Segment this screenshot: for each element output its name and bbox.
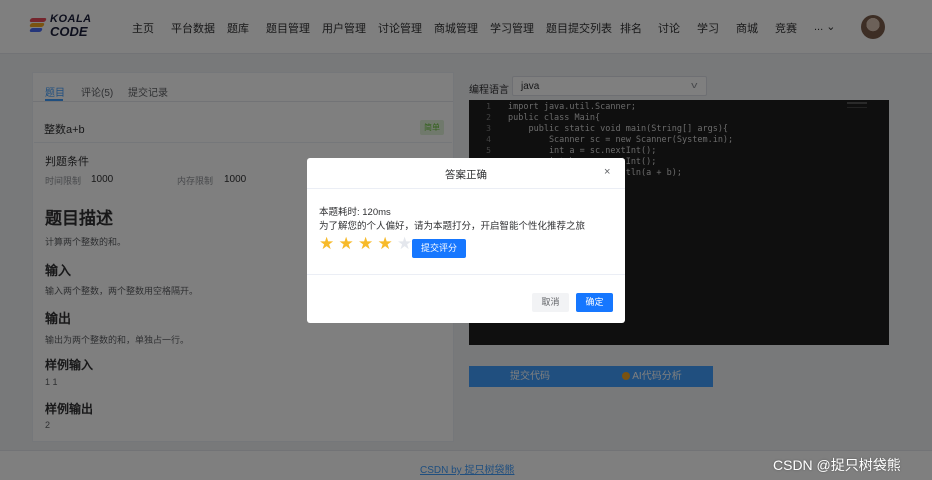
dialog-header-divider <box>307 188 625 189</box>
star-icon[interactable]: ★ <box>339 235 354 253</box>
dialog-footer-divider <box>307 274 625 275</box>
elapsed-time-text: 本题耗时: 120ms <box>319 207 391 218</box>
star-icon[interactable]: ★ <box>358 235 373 253</box>
submit-rating-button[interactable]: 提交评分 <box>412 239 466 258</box>
csdn-watermark: CSDN @捉只树袋熊 <box>773 457 901 473</box>
cancel-button[interactable]: 取消 <box>532 293 569 312</box>
result-dialog: 答案正确 × 本题耗时: 120ms 为了解您的个人偏好，请为本题打分，开启智能… <box>307 158 625 323</box>
confirm-button[interactable]: 确定 <box>576 293 613 312</box>
close-icon[interactable]: × <box>604 166 610 178</box>
dialog-title: 答案正确 <box>445 169 487 181</box>
rating-hint-text: 为了解您的个人偏好，请为本题打分，开启智能个性化推荐之旅 <box>319 221 586 232</box>
star-icon[interactable]: ★ <box>319 235 334 253</box>
star-icon[interactable]: ★ <box>397 235 412 253</box>
star-icon[interactable]: ★ <box>378 235 393 253</box>
